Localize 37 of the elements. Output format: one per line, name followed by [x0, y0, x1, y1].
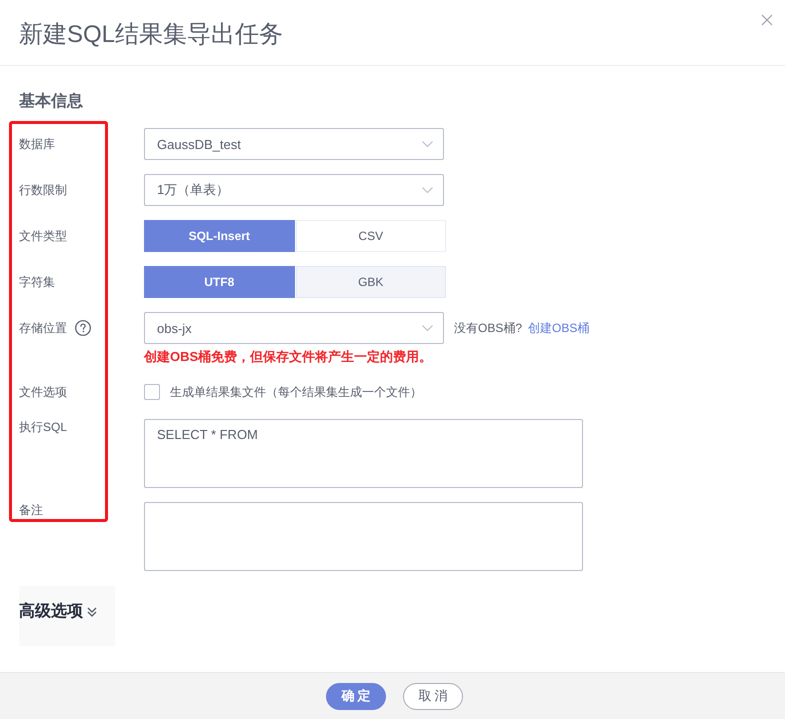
hint-text: 没有OBS桶?: [454, 320, 522, 336]
chevron-down-icon: [422, 187, 433, 193]
chevron-down-icon: [422, 325, 433, 331]
create-link[interactable]: 创建OBS桶: [528, 320, 590, 336]
select-value: GaussDB_test: [157, 136, 241, 152]
segment-option[interactable]: SQL-Insert: [144, 220, 294, 252]
select-field[interactable]: GaussDB_test: [144, 128, 444, 160]
remark-field[interactable]: [144, 502, 583, 571]
field-label: 字符集: [19, 274, 55, 290]
confirm-button[interactable]: 确定: [326, 682, 386, 710]
dialog-title: 新建SQL结果集导出任务: [19, 20, 284, 50]
close-icon: [761, 14, 773, 26]
field-label: 文件选项: [19, 384, 67, 400]
field-label: 行数限制: [19, 182, 67, 198]
field-label: 备注: [19, 502, 43, 518]
segment-option[interactable]: GBK: [296, 266, 446, 298]
chevron-down-icon: [422, 141, 433, 147]
field-label: 存储位置: [19, 320, 67, 336]
select-field[interactable]: obs-jx: [144, 312, 444, 344]
checkbox-label: 生成单结果集文件（每个结果集生成一个文件）: [170, 384, 422, 400]
warning-text: 创建OBS桶免费，但保存文件将产生一定的费用。: [144, 349, 434, 364]
chevrons-down-icon: [86, 606, 98, 618]
segment-option[interactable]: UTF8: [144, 266, 294, 298]
section-title: 基本信息: [19, 92, 84, 112]
sql-field[interactable]: SELECT * FROM: [144, 419, 583, 488]
help-icon[interactable]: [75, 320, 91, 336]
segment-option[interactable]: CSV: [296, 220, 446, 252]
select-value: 1万（单表）: [157, 181, 230, 199]
close-button[interactable]: [761, 14, 773, 26]
field-label: 数据库: [19, 136, 55, 152]
field-label: 执行SQL: [19, 419, 68, 435]
checkbox[interactable]: [144, 384, 160, 400]
advanced-options-toggle[interactable]: 高级选项: [19, 586, 115, 646]
field-label: 文件类型: [19, 228, 67, 244]
select-value: obs-jx: [157, 320, 192, 336]
cancel-button[interactable]: 取消: [403, 682, 463, 710]
select-field[interactable]: 1万（单表）: [144, 174, 444, 206]
